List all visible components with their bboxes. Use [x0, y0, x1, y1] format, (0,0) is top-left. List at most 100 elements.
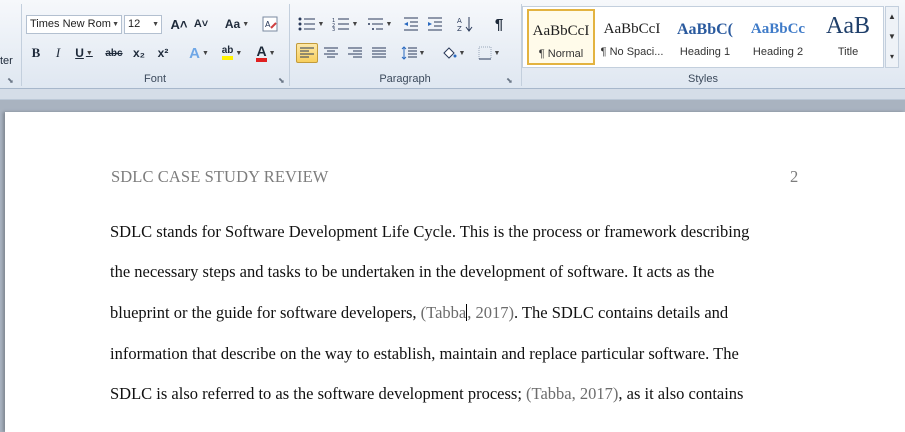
line-spacing-icon [401, 46, 417, 60]
subscript-icon: x₂ [132, 46, 145, 60]
bold-button[interactable]: B [26, 43, 46, 63]
change-case-button[interactable]: Aa ▼ [222, 14, 252, 34]
style-sample: AaBbCcI [532, 23, 590, 39]
justify-icon [372, 47, 386, 58]
document-page[interactable]: SDLC CASE STUDY REVIEW 2 SDLC stands for… [5, 112, 905, 432]
body-line-2[interactable]: the necessary steps and tasks to be unde… [110, 262, 714, 282]
font-group: Times New Rom ▼ 12 ▼ A˄ A˅ Aa ▼ A B I U ▼ … [22, 0, 288, 88]
strikethrough-button[interactable]: abc [102, 43, 126, 63]
body-line-4[interactable]: information that describe on the way to … [110, 344, 739, 364]
shrink-font-icon: A˅ [193, 18, 209, 30]
show-formatting-button[interactable]: ¶ [488, 14, 510, 34]
ruler-strip [0, 89, 905, 100]
font-name-combo[interactable]: Times New Rom ▼ [26, 15, 122, 34]
style-title[interactable]: AaB Title [815, 9, 881, 65]
underline-button[interactable]: U ▼ [70, 43, 98, 63]
decrease-indent-icon [404, 17, 418, 31]
citation-part: , 2017) [467, 303, 514, 322]
style-sample: AaBbCc [750, 21, 806, 37]
font-name-value: Times New Rom [30, 18, 111, 30]
style-name: Heading 1 [679, 46, 731, 58]
clear-formatting-button[interactable]: A [260, 14, 280, 34]
bullets-icon [298, 17, 315, 31]
font-size-value: 12 [128, 18, 141, 30]
styles-group-label: Styles [688, 73, 718, 85]
italic-button[interactable]: I [48, 43, 68, 63]
citation[interactable]: (Tabba, 2017) [421, 303, 514, 322]
align-right-icon [348, 47, 362, 58]
more-styles-icon[interactable]: ▾ [886, 47, 898, 67]
paint-bucket-icon [442, 47, 457, 59]
text-effects-icon: A [189, 44, 200, 62]
chevron-down-icon[interactable]: ▼ [152, 16, 159, 33]
underline-icon: U [75, 46, 84, 60]
style-name: Title [837, 46, 859, 58]
borders-button[interactable]: ▼ [474, 43, 504, 63]
style-sample: AaBbCcI [603, 21, 661, 37]
style-name: Heading 2 [752, 46, 804, 58]
paragraph-group: ▼ 1 2 3 ▼ ▼ AZ ¶ ▼ ▼ ▼ Paragraph ⬊ [290, 0, 520, 88]
change-case-icon: Aa [224, 17, 241, 31]
multilevel-list-button[interactable]: ▼ [364, 14, 394, 34]
align-center-button[interactable] [320, 43, 342, 63]
chevron-down-icon[interactable]: ▼ [112, 16, 119, 33]
svg-text:A: A [265, 20, 271, 29]
numbering-icon: 123 [332, 18, 349, 31]
sort-icon: AZ [457, 17, 473, 32]
align-left-icon [300, 47, 314, 58]
bold-icon: B [31, 45, 41, 60]
borders-icon [478, 46, 492, 60]
increase-indent-button[interactable] [424, 14, 446, 34]
grow-font-icon: A˄ [170, 16, 188, 32]
align-center-icon [324, 47, 338, 58]
scroll-up-icon[interactable]: ▲ [886, 7, 898, 27]
superscript-button[interactable]: x² [152, 43, 174, 63]
svg-text:A: A [457, 17, 462, 25]
citation[interactable]: (Tabba, 2017) [526, 384, 618, 403]
page-number[interactable]: 2 [790, 167, 798, 187]
style-heading-1[interactable]: AaBbC( Heading 1 [669, 9, 741, 65]
pilcrow-icon: ¶ [494, 15, 504, 33]
styles-scroller[interactable]: ▲ ▼ ▾ [885, 6, 899, 68]
paragraph-dialog-launcher-icon[interactable]: ⬊ [506, 76, 515, 85]
sort-button[interactable]: AZ [454, 14, 476, 34]
font-color-button[interactable]: A ▼ [252, 43, 280, 63]
body-line-3[interactable]: blueprint or the guide for software deve… [110, 303, 728, 323]
superscript-icon: x² [157, 46, 169, 60]
highlight-button[interactable]: ab ▼ [218, 43, 246, 63]
line-spacing-button[interactable]: ▼ [398, 43, 428, 63]
numbering-button[interactable]: 1 2 3 ▼ [330, 14, 360, 34]
style-sample: AaB [826, 13, 870, 39]
subscript-button[interactable]: x₂ [128, 43, 150, 63]
style-heading-2[interactable]: AaBbCc Heading 2 [743, 9, 813, 65]
style-normal[interactable]: AaBbCcI ¶ Normal [527, 9, 595, 65]
font-dialog-launcher-icon[interactable]: ⬊ [278, 76, 287, 85]
body-line-5[interactable]: SDLC is also referred to as the software… [110, 384, 743, 404]
shading-button[interactable]: ▼ [438, 43, 468, 63]
clipboard-cut-label: ter [0, 55, 13, 67]
grow-font-button[interactable]: A˄ [168, 14, 190, 34]
align-left-button[interactable] [296, 43, 318, 63]
font-size-combo[interactable]: 12 ▼ [124, 15, 162, 34]
shrink-font-button[interactable]: A˅ [190, 14, 212, 34]
highlight-icon: ab [221, 46, 234, 60]
italic-icon: I [55, 45, 61, 60]
strikethrough-icon: abc [105, 47, 123, 59]
align-right-button[interactable] [344, 43, 366, 63]
decrease-indent-button[interactable] [400, 14, 422, 34]
style-name: ¶ No Spaci... [600, 46, 664, 58]
justify-button[interactable] [368, 43, 390, 63]
body-line-1[interactable]: SDLC stands for Software Development Lif… [110, 222, 749, 242]
text-effects-button[interactable]: A ▼ [186, 43, 212, 63]
style-no-spacing[interactable]: AaBbCcI ¶ No Spaci... [597, 9, 667, 65]
styles-gallery: AaBbCcI ¶ Normal AaBbCcI ¶ No Spaci... A… [522, 6, 884, 68]
paragraph-group-label: Paragraph [379, 73, 431, 85]
scroll-down-icon[interactable]: ▼ [886, 27, 898, 47]
text-run: . The SDLC contains details and [513, 303, 729, 322]
svg-text:3: 3 [332, 27, 335, 31]
bullets-button[interactable]: ▼ [296, 14, 326, 34]
running-header[interactable]: SDLC CASE STUDY REVIEW [111, 167, 328, 187]
style-name: ¶ Normal [538, 48, 584, 60]
clipboard-launcher-icon[interactable]: ⬊ [7, 76, 16, 85]
ribbon: ter ⬊ Times New Rom ▼ 12 ▼ A˄ A˅ Aa ▼ A B… [0, 0, 905, 89]
